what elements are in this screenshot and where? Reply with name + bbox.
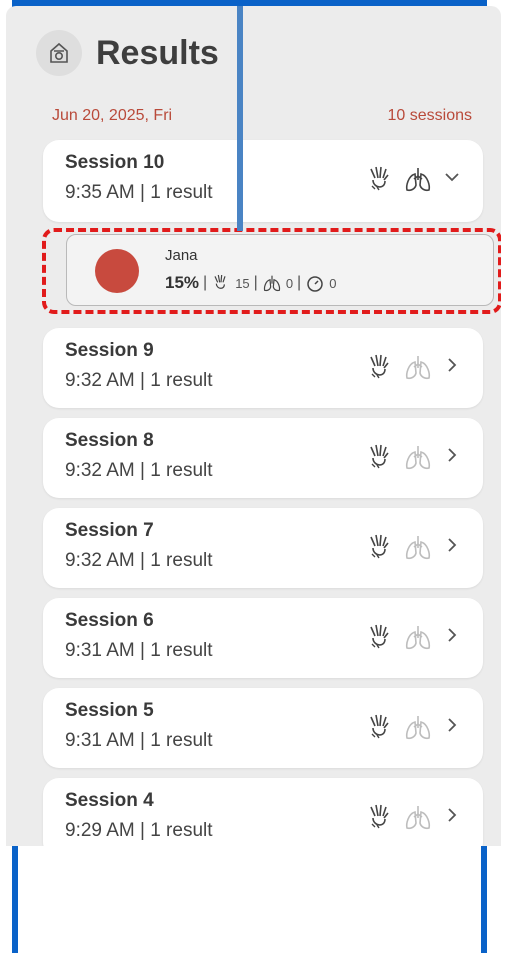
- session-card[interactable]: Session 7 9:32 AM | 1 result: [43, 508, 483, 588]
- session-meta: 9:32 AM | 1 result: [65, 370, 213, 391]
- count-lungs: 0: [285, 275, 294, 291]
- separator: |: [297, 274, 302, 291]
- home-button[interactable]: [36, 30, 82, 76]
- lungs-icon: [405, 168, 431, 192]
- session-name: Session 8: [65, 430, 154, 451]
- session-meta: 9:29 AM | 1 result: [65, 820, 213, 841]
- hand-icon: [370, 354, 389, 379]
- lungs-icon: [405, 446, 431, 470]
- chevron-right-icon[interactable]: [441, 534, 463, 556]
- session-meta: 9:31 AM | 1 result: [65, 730, 213, 751]
- session-meta: 9:32 AM | 1 result: [65, 550, 213, 571]
- hand-icon: [370, 804, 389, 829]
- count-timer: 0: [329, 275, 337, 291]
- hand-icon: [370, 534, 389, 559]
- chevron-right-icon[interactable]: [441, 714, 463, 736]
- separator: |: [253, 274, 258, 291]
- hand-icon: [370, 444, 389, 469]
- count-hand: 15: [235, 275, 250, 291]
- session-card[interactable]: Session 8 9:32 AM | 1 result: [43, 418, 483, 498]
- lungs-icon: [405, 716, 431, 740]
- lungs-icon: [405, 626, 431, 650]
- session-count: 10 sessions: [387, 107, 473, 124]
- date-row: Jun 20, 2025, Fri 10 sessions: [52, 107, 472, 125]
- session-card[interactable]: Session 6 9:31 AM | 1 result: [43, 598, 483, 678]
- hand-icon: [370, 714, 389, 739]
- session-name: Session 10: [65, 152, 165, 173]
- lungs-icon: [405, 356, 431, 380]
- session-meta: 9:32 AM | 1 result: [65, 460, 213, 481]
- session-icons: [365, 352, 433, 382]
- avatar: [95, 249, 139, 293]
- chevron-right-icon[interactable]: [441, 444, 463, 466]
- session-meta: 9:31 AM | 1 result: [65, 640, 213, 661]
- session-icons: [365, 712, 433, 742]
- session-icons: [365, 164, 433, 194]
- chevron-right-icon[interactable]: [441, 804, 463, 826]
- lungs-icon: [405, 536, 431, 560]
- session-card[interactable]: Session 5 9:31 AM | 1 result: [43, 688, 483, 768]
- result-row[interactable]: Jana 15% | 15 | 0 | 0: [66, 234, 494, 306]
- app-screen: Results Jun 20, 2025, Fri 10 sessions Se…: [6, 6, 501, 846]
- session-name: Session 4: [65, 790, 154, 811]
- page-title: Results: [96, 33, 219, 72]
- result-percent: 15%: [165, 273, 200, 292]
- chevron-right-icon[interactable]: [441, 354, 463, 376]
- session-meta: 9:35 AM | 1 result: [65, 182, 213, 203]
- hand-icon: [370, 624, 389, 649]
- session-icons: [365, 442, 433, 472]
- result-user: Jana: [165, 247, 198, 264]
- session-name: Session 6: [65, 610, 154, 631]
- chevron-down-icon[interactable]: [441, 166, 463, 188]
- session-icons: [365, 532, 433, 562]
- lungs-icon: [263, 275, 280, 292]
- home-icon: [50, 42, 68, 63]
- session-name: Session 7: [65, 520, 154, 541]
- vertical-pointer-line: [237, 6, 243, 231]
- date-label: Jun 20, 2025, Fri: [52, 107, 173, 124]
- timer-icon: [307, 276, 323, 292]
- session-card[interactable]: Session 4 9:29 AM | 1 result: [43, 778, 483, 846]
- page-header: Results: [36, 28, 219, 78]
- session-card-expanded[interactable]: Session 10 9:35 AM | 1 result: [43, 140, 483, 222]
- result-stats: 15% | 15 | 0 | 0: [165, 273, 336, 293]
- chevron-right-icon[interactable]: [441, 624, 463, 646]
- hand-icon: [214, 274, 226, 289]
- session-card[interactable]: Session 9 9:32 AM | 1 result: [43, 328, 483, 408]
- session-name: Session 9: [65, 340, 154, 361]
- session-icons: [365, 802, 433, 832]
- session-icons: [365, 622, 433, 652]
- hand-icon: [370, 166, 389, 191]
- lungs-icon: [405, 806, 431, 830]
- separator: |: [203, 274, 208, 291]
- session-name: Session 5: [65, 700, 154, 721]
